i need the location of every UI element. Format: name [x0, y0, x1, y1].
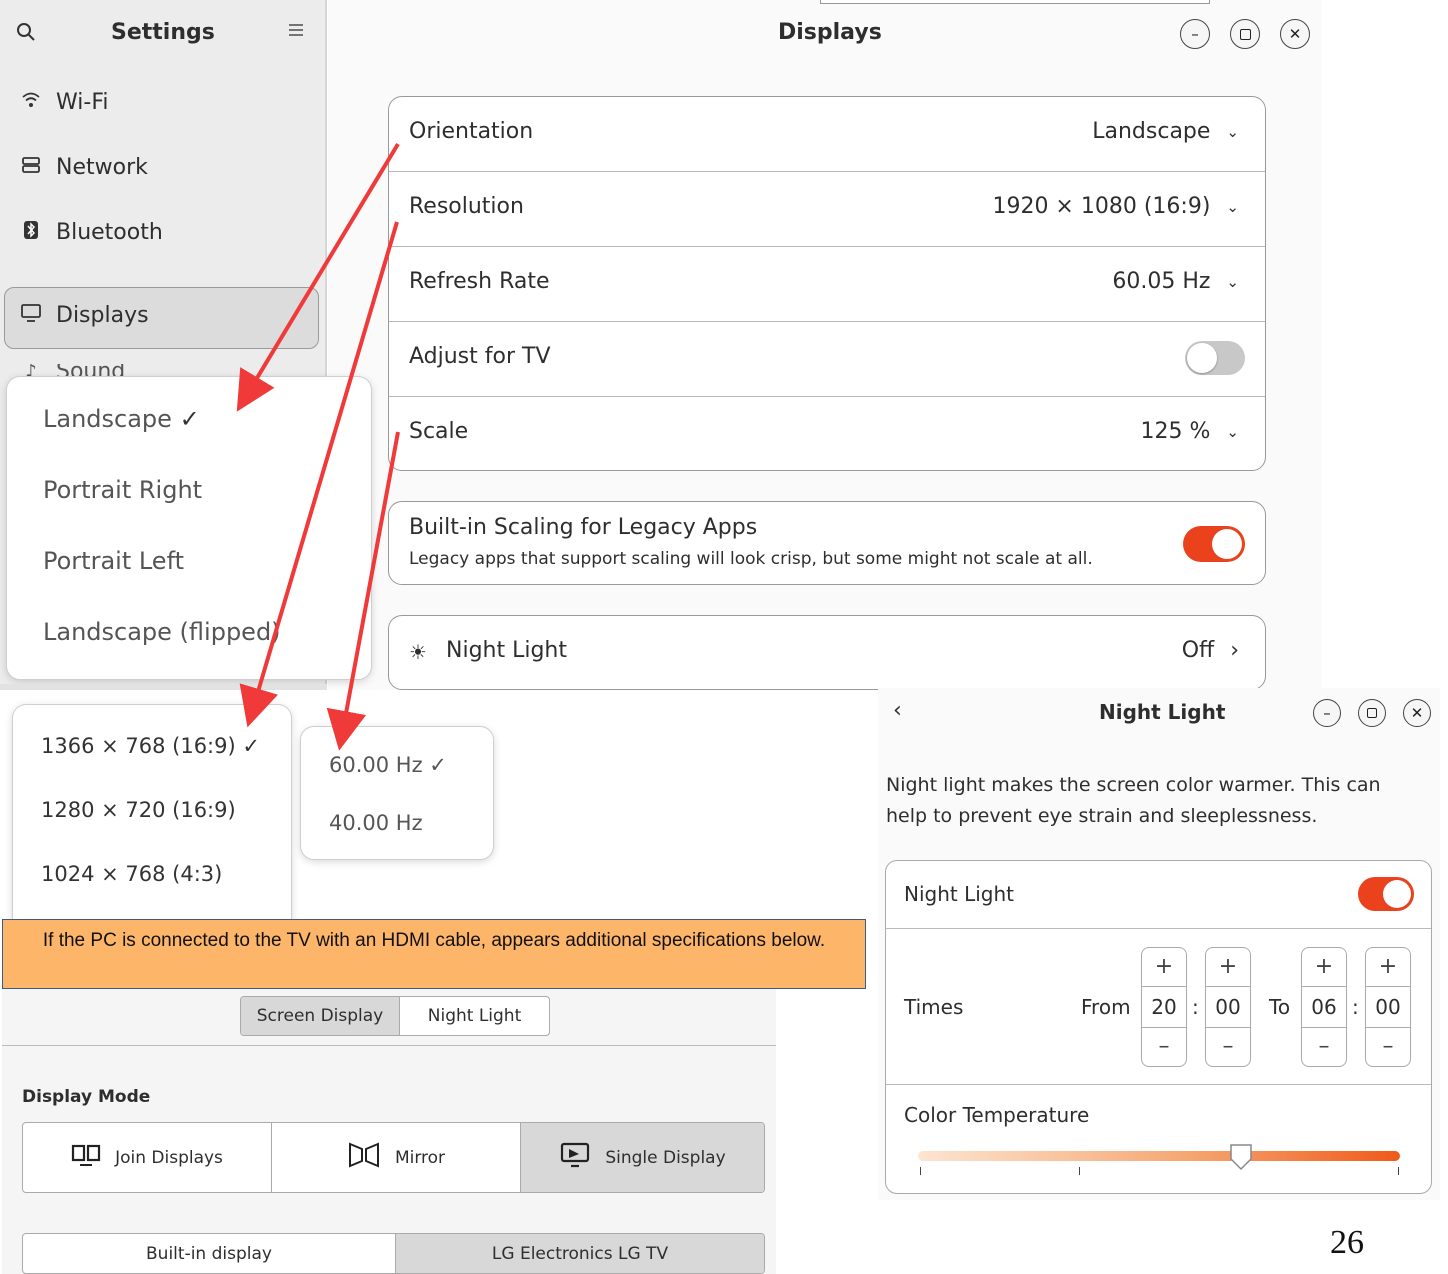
page-number: 26	[1330, 1224, 1364, 1261]
resolution-arrow	[239, 221, 399, 728]
orientation-arrow	[236, 142, 400, 412]
refresh-rate-arrow	[326, 431, 400, 751]
annotation-arrows	[236, 142, 400, 751]
